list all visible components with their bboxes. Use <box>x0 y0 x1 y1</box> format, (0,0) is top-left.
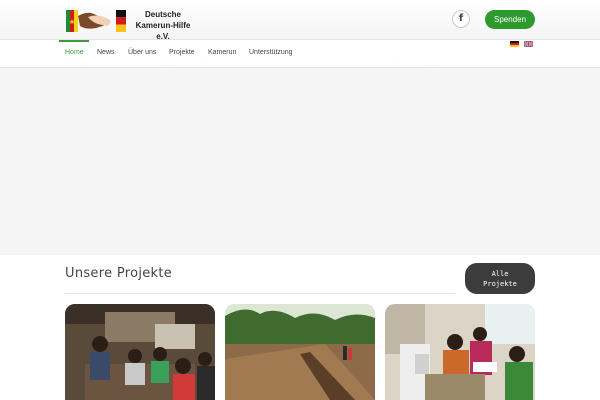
nav-item-home[interactable]: Home <box>65 49 84 56</box>
facebook-button[interactable]: f <box>452 10 470 28</box>
projects-section: Unsere Projekte Alle Projekte <box>0 255 600 400</box>
facebook-icon: f <box>458 13 464 24</box>
logo-line-2: Kamerun-Hilfe e.V. <box>135 21 191 41</box>
sewing-class-photo <box>385 304 535 400</box>
nav-item-projekte[interactable]: Projekte <box>169 49 195 56</box>
project-card-construction[interactable] <box>225 304 375 400</box>
de-flag-icon[interactable] <box>510 41 519 47</box>
nav-item-ueber-uns[interactable]: Über uns <box>128 49 156 56</box>
site-header: Deutsche Kamerun-Hilfe e.V. f Spenden <box>0 0 600 42</box>
hero-slider <box>0 69 600 255</box>
nav-item-unterstuetzung[interactable]: Unterstützung <box>249 49 293 56</box>
all-projects-line-2: Projekte <box>483 280 517 288</box>
construction-trench-photo <box>225 304 375 400</box>
all-projects-line-1: Alle <box>491 270 509 278</box>
uk-flag-icon[interactable] <box>524 41 533 47</box>
workshop-photo <box>65 304 215 400</box>
nav-item-news[interactable]: News <box>97 49 115 56</box>
logo-line-1: Deutsche <box>144 10 181 19</box>
title-divider <box>65 293 455 294</box>
donate-button[interactable]: Spenden <box>485 10 535 29</box>
active-indicator <box>59 40 89 42</box>
logo-text[interactable]: Deutsche Kamerun-Hilfe e.V. <box>128 9 198 42</box>
project-card-sewing[interactable] <box>385 304 535 400</box>
section-title: Unsere Projekte <box>65 266 173 281</box>
all-projects-button[interactable]: Alle Projekte <box>465 263 535 294</box>
project-card-workshop[interactable] <box>65 304 215 400</box>
nav-item-kamerun[interactable]: Kamerun <box>208 49 236 56</box>
